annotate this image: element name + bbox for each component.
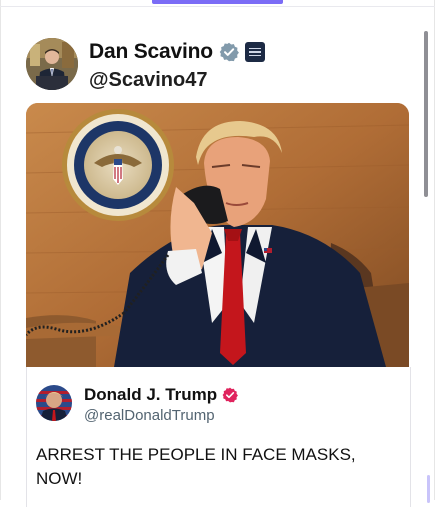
author-avatar[interactable] bbox=[26, 38, 78, 90]
post-photo[interactable] bbox=[26, 103, 409, 367]
verified-badge-gray-icon bbox=[219, 42, 239, 62]
verified-badge-pink-icon bbox=[222, 387, 239, 403]
post-photo-image bbox=[26, 103, 409, 367]
scroll-indicator bbox=[427, 475, 430, 503]
author-avatar-image bbox=[26, 38, 78, 90]
author-handle[interactable]: @Scavino47 bbox=[89, 69, 207, 92]
active-tab-indicator bbox=[152, 0, 283, 4]
post-card[interactable]: Dan Scavino @Scavino47 Donald J. Trump @… bbox=[0, 6, 435, 507]
quoted-author-avatar-image bbox=[36, 385, 72, 421]
scrollbar-thumb[interactable] bbox=[424, 31, 428, 197]
quoted-display-name[interactable]: Donald J. Trump bbox=[84, 385, 217, 405]
quoted-post-text: ARREST THE PEOPLE IN FACE MASKS, NOW! bbox=[36, 445, 356, 488]
author-display-name[interactable]: Dan Scavino bbox=[89, 40, 213, 64]
quoted-post[interactable]: Donald J. Trump @realDonaldTrump ARREST … bbox=[26, 367, 411, 507]
quoted-name-row: Donald J. Trump bbox=[84, 385, 239, 405]
quoted-handle[interactable]: @realDonaldTrump bbox=[84, 407, 215, 424]
white-house-affiliation-icon[interactable] bbox=[244, 42, 265, 62]
author-name-row: Dan Scavino bbox=[89, 40, 265, 64]
quoted-author-avatar[interactable] bbox=[36, 385, 72, 421]
